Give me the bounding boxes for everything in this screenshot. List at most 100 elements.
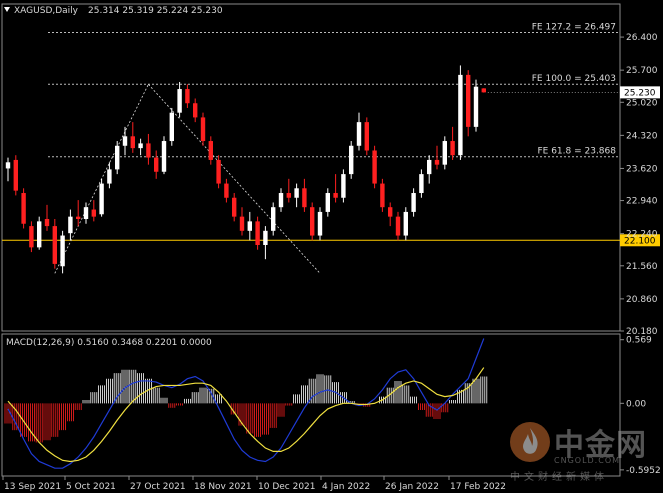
price-axis: 26.400 25.700 25.020 24.320 23.620 22.940 22.2… (620, 33, 658, 337)
candle-body (263, 230, 268, 245)
candle-body (185, 89, 190, 104)
candle-body (161, 141, 167, 172)
candle-body (372, 150, 377, 184)
candle-body (434, 159, 440, 165)
candle-body (232, 197, 237, 217)
date-tick-label: 18 Nov 2021 (194, 482, 252, 492)
candle-body (169, 112, 174, 142)
candle-body (68, 216, 73, 234)
fe-level-label: FE 100.0 = 25.403 (532, 74, 616, 84)
candle-body (278, 193, 284, 208)
candle-body (450, 141, 455, 156)
flame-logo-icon (510, 422, 550, 462)
candle-body (271, 207, 276, 231)
candle-body (29, 226, 34, 248)
signal-line (7, 367, 485, 463)
candle-body (154, 157, 159, 172)
candle-body (364, 122, 369, 151)
candle-body (419, 174, 424, 194)
price-tick-label: 24.320 (626, 131, 658, 141)
date-tick-label: 17 Feb 2022 (450, 482, 506, 492)
macd-readout: MACD(12,26,9) 0.5160 0.3468 0.2201 0.000… (6, 338, 212, 348)
fib-expansion-lines (54, 84, 321, 274)
watermark: 中金网 CNGOLD.COM 中文财经新媒体 (506, 418, 656, 488)
collapse-triangle-icon[interactable] (4, 7, 10, 12)
candle-body (325, 193, 330, 212)
macd-tick-label: 0.569 (626, 336, 652, 346)
symbol-label: XAGUSD,Daily (14, 6, 79, 16)
candle-body (60, 235, 65, 267)
price-tick-label: 23.620 (626, 164, 658, 174)
fe-level-label: FE 61.8 = 23.868 (537, 147, 616, 157)
candle-body (427, 159, 432, 175)
candle-body (349, 145, 354, 175)
candle-body (411, 193, 416, 212)
candle-body (333, 193, 338, 198)
candle-body (177, 89, 182, 113)
date-tick-label: 4 Jan 2022 (322, 482, 370, 492)
candle-body (255, 221, 260, 245)
watermark-url: CNGOLD.COM (554, 456, 621, 465)
candle-body (239, 216, 245, 231)
candle-body (286, 193, 291, 198)
candle-body (294, 188, 299, 198)
candle-body (130, 136, 135, 149)
candle-body (146, 143, 151, 158)
candle-body (216, 159, 221, 184)
date-tick-label: 13 Sep 2021 (4, 482, 61, 492)
date-axis: 13 Sep 2021 5 Oct 2021 27 Oct 2021 18 Nov 2… (2, 476, 506, 492)
candle-body (37, 221, 42, 248)
candle-body (302, 188, 307, 208)
candle-body (341, 174, 346, 198)
candle-body (473, 86, 479, 127)
candle-body (83, 207, 89, 220)
candle-body (21, 193, 26, 224)
candle-body (52, 226, 57, 264)
candle-body (193, 103, 198, 118)
price-tick-label: 20.860 (626, 295, 658, 305)
price-tick-label: 26.400 (626, 33, 658, 43)
price-panel-border (1, 3, 621, 332)
candle-body (224, 183, 229, 198)
price-tick-label: 22.240 (626, 230, 658, 240)
candle-body (380, 183, 385, 208)
candle-body (481, 88, 486, 93)
candle-body (395, 216, 401, 236)
candle-body (122, 136, 128, 146)
candle-body (208, 141, 213, 160)
candle-body (458, 74, 463, 156)
candle-body (76, 216, 81, 220)
candle-body (466, 74, 471, 127)
fib-segment (148, 84, 321, 274)
macd-tick-label: 0.00 (626, 399, 646, 409)
date-tick-label: 10 Dec 2021 (258, 482, 316, 492)
candle-body (44, 219, 50, 227)
candle-body (310, 207, 315, 236)
candle-body (5, 162, 11, 169)
date-tick-label: 5 Oct 2021 (66, 482, 116, 492)
candle-body (317, 211, 323, 236)
candle-body (13, 159, 18, 191)
ohlc-readout: 25.314 25.319 25.224 25.230 (88, 6, 223, 16)
date-tick-label: 26 Jan 2022 (385, 482, 439, 492)
candle-body (247, 221, 252, 231)
candle-body (356, 122, 362, 146)
candle-body (115, 145, 120, 170)
candle-body (107, 169, 112, 184)
candle-body (403, 211, 408, 236)
price-tick-label: 25.020 (626, 98, 658, 108)
price-tick-label: 21.560 (626, 262, 658, 272)
candle-body (442, 141, 447, 165)
candle-body (138, 143, 143, 149)
candle-body (200, 117, 206, 142)
price-tick-label: 22.940 (626, 197, 658, 207)
date-tick-label: 27 Oct 2021 (130, 482, 186, 492)
candle-body (91, 209, 96, 217)
watermark-tagline: 中文财经新媒体 (510, 472, 608, 483)
fe-level-label: FE 127.2 = 26.497 (532, 22, 616, 32)
candle-series (5, 65, 486, 274)
candle-body (99, 183, 104, 215)
price-tick-label: 25.700 (626, 66, 658, 76)
candle-body (388, 207, 393, 217)
current-price-label: 25.230 (624, 88, 656, 98)
